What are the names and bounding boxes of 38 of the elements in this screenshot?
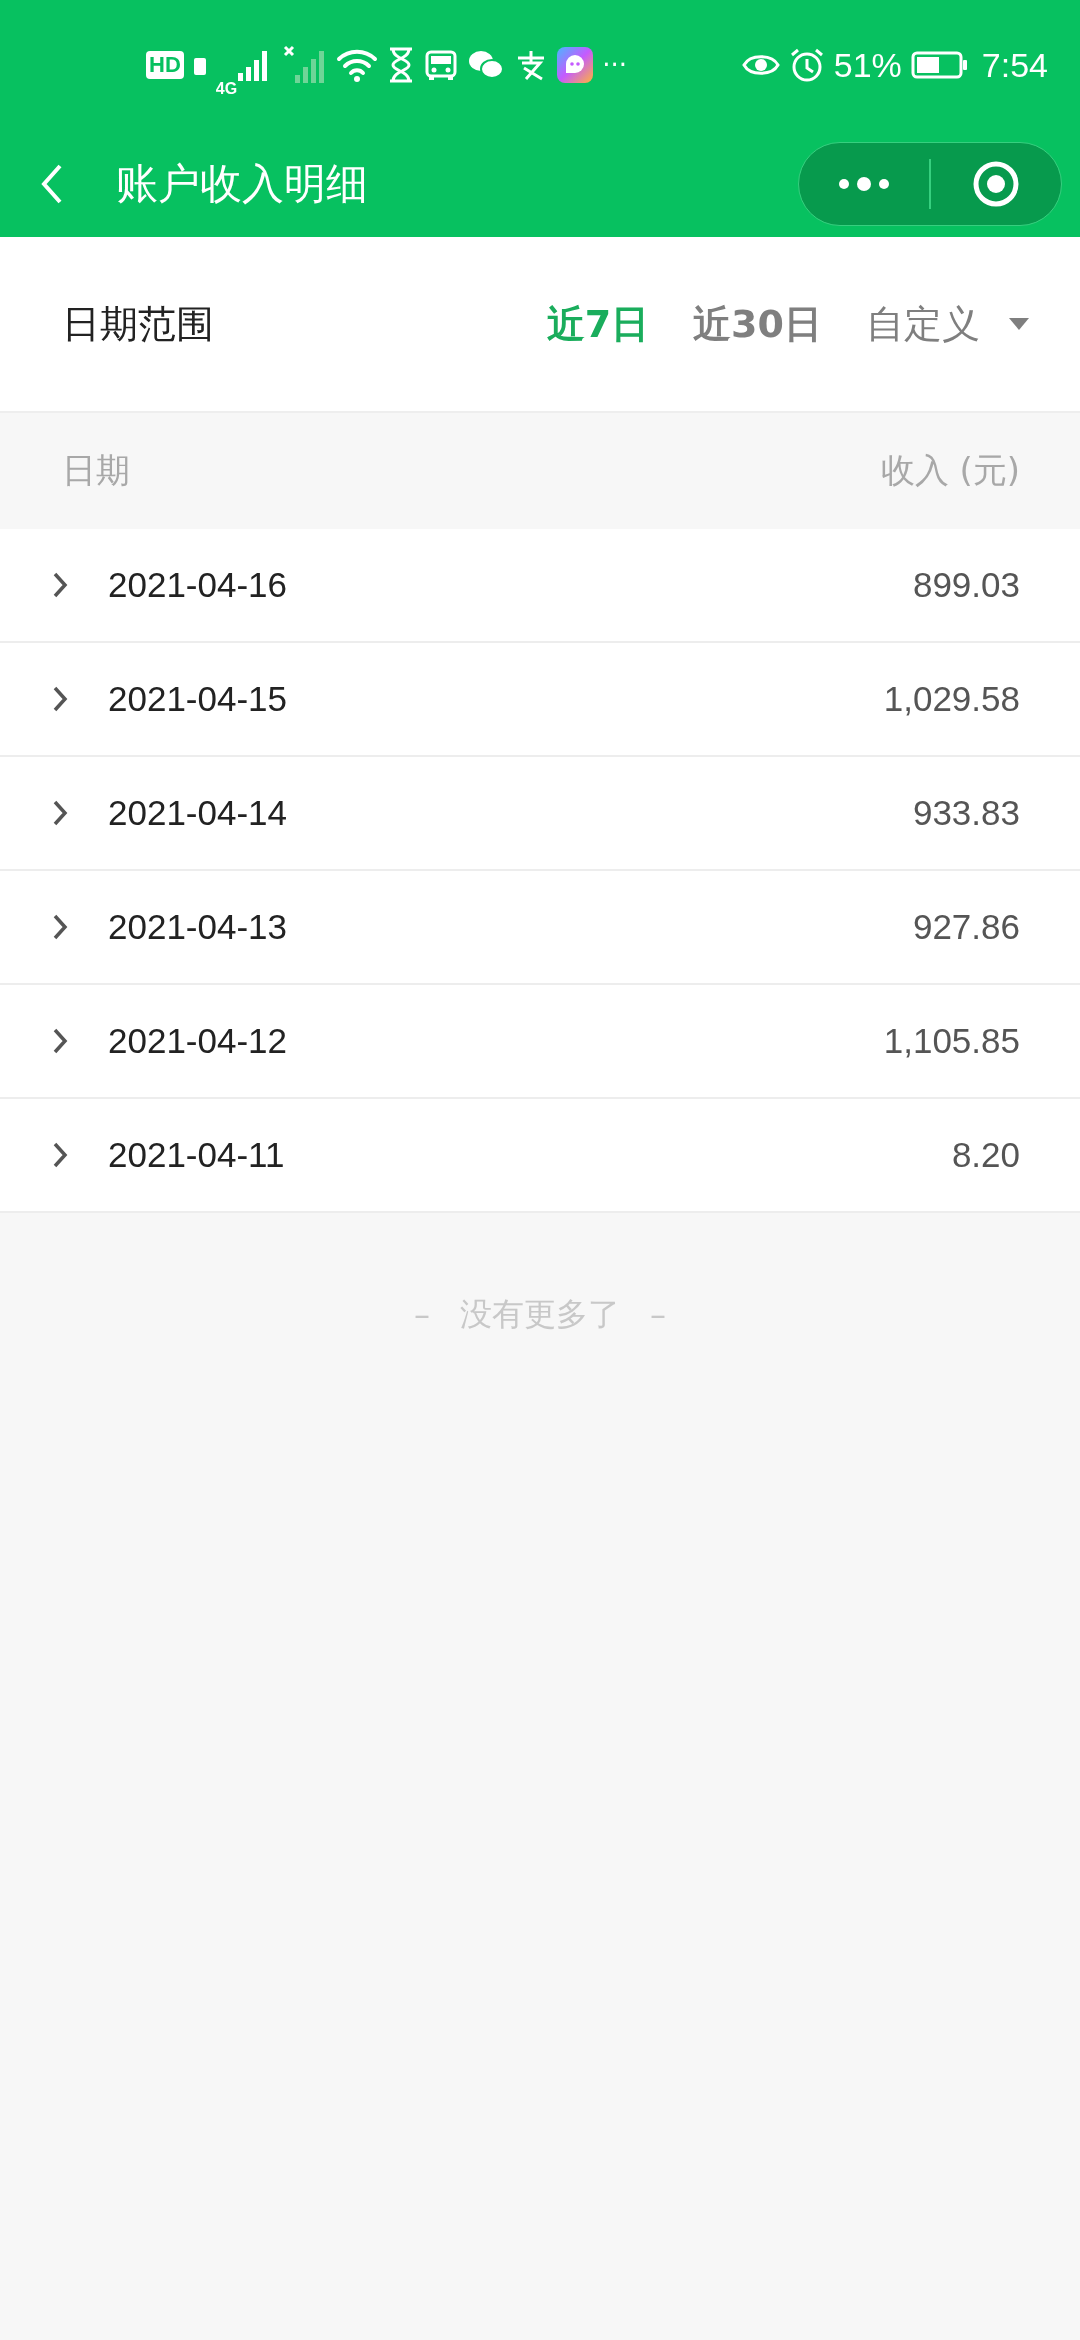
dropdown-caret-icon xyxy=(1008,317,1030,331)
dash-mark: – xyxy=(650,1296,666,1334)
income-row[interactable]: 2021-04-11 8.20 xyxy=(0,1099,1080,1213)
range-tab[interactable]: 近30日 xyxy=(693,298,822,350)
custom-range-dropdown[interactable]: 自定义 xyxy=(866,298,1030,350)
amount-text: 899.03 xyxy=(912,565,1020,605)
income-row[interactable]: 2021-04-16 899.03 xyxy=(0,529,1080,643)
date-text: 2021-04-15 xyxy=(108,679,289,719)
column-header: 日期 xyxy=(62,449,130,492)
income-row[interactable]: 2021-04-13 927.86 xyxy=(0,871,1080,985)
date-text: 2021-04-14 xyxy=(108,793,289,833)
date-text: 2021-04-11 xyxy=(108,1135,286,1175)
alarm-clock-icon xyxy=(788,47,825,83)
date-text: 2021-04-13 xyxy=(108,907,289,947)
clock-time: 7:54 xyxy=(981,45,1048,85)
income-row[interactable]: 2021-04-14 933.83 xyxy=(0,757,1080,871)
battery-icon xyxy=(910,51,969,79)
amount-text: 1,029.58 xyxy=(883,679,1020,719)
network-type-label: 4G xyxy=(215,80,238,98)
more-icon xyxy=(836,175,892,192)
wifi-icon xyxy=(336,47,379,83)
income-row[interactable]: 2021-04-12 1,105.85 xyxy=(0,985,1080,1099)
amount-text: 8.20 xyxy=(951,1135,1020,1175)
amount-text: 927.86 xyxy=(912,907,1020,947)
amount-text: 933.83 xyxy=(912,793,1020,833)
dash-mark: – xyxy=(414,1296,430,1334)
more-notifications: ··· xyxy=(602,50,627,80)
date-text: 2021-04-16 xyxy=(108,565,289,605)
date-text: 2021-04-12 xyxy=(108,1021,289,1061)
filter-label: 日期范围 xyxy=(62,300,215,348)
chat-app-icon xyxy=(557,47,594,83)
income-row[interactable]: 2021-04-15 1,029.58 xyxy=(0,643,1080,757)
amount-text: 1,105.85 xyxy=(883,1021,1020,1061)
column-header: 收入 (元) xyxy=(880,449,1020,492)
target-icon xyxy=(972,159,1020,208)
page-title: 账户收入明细 xyxy=(116,157,369,210)
battery-percentage: 51% xyxy=(833,45,902,85)
hd-badge: HD xyxy=(146,51,184,79)
